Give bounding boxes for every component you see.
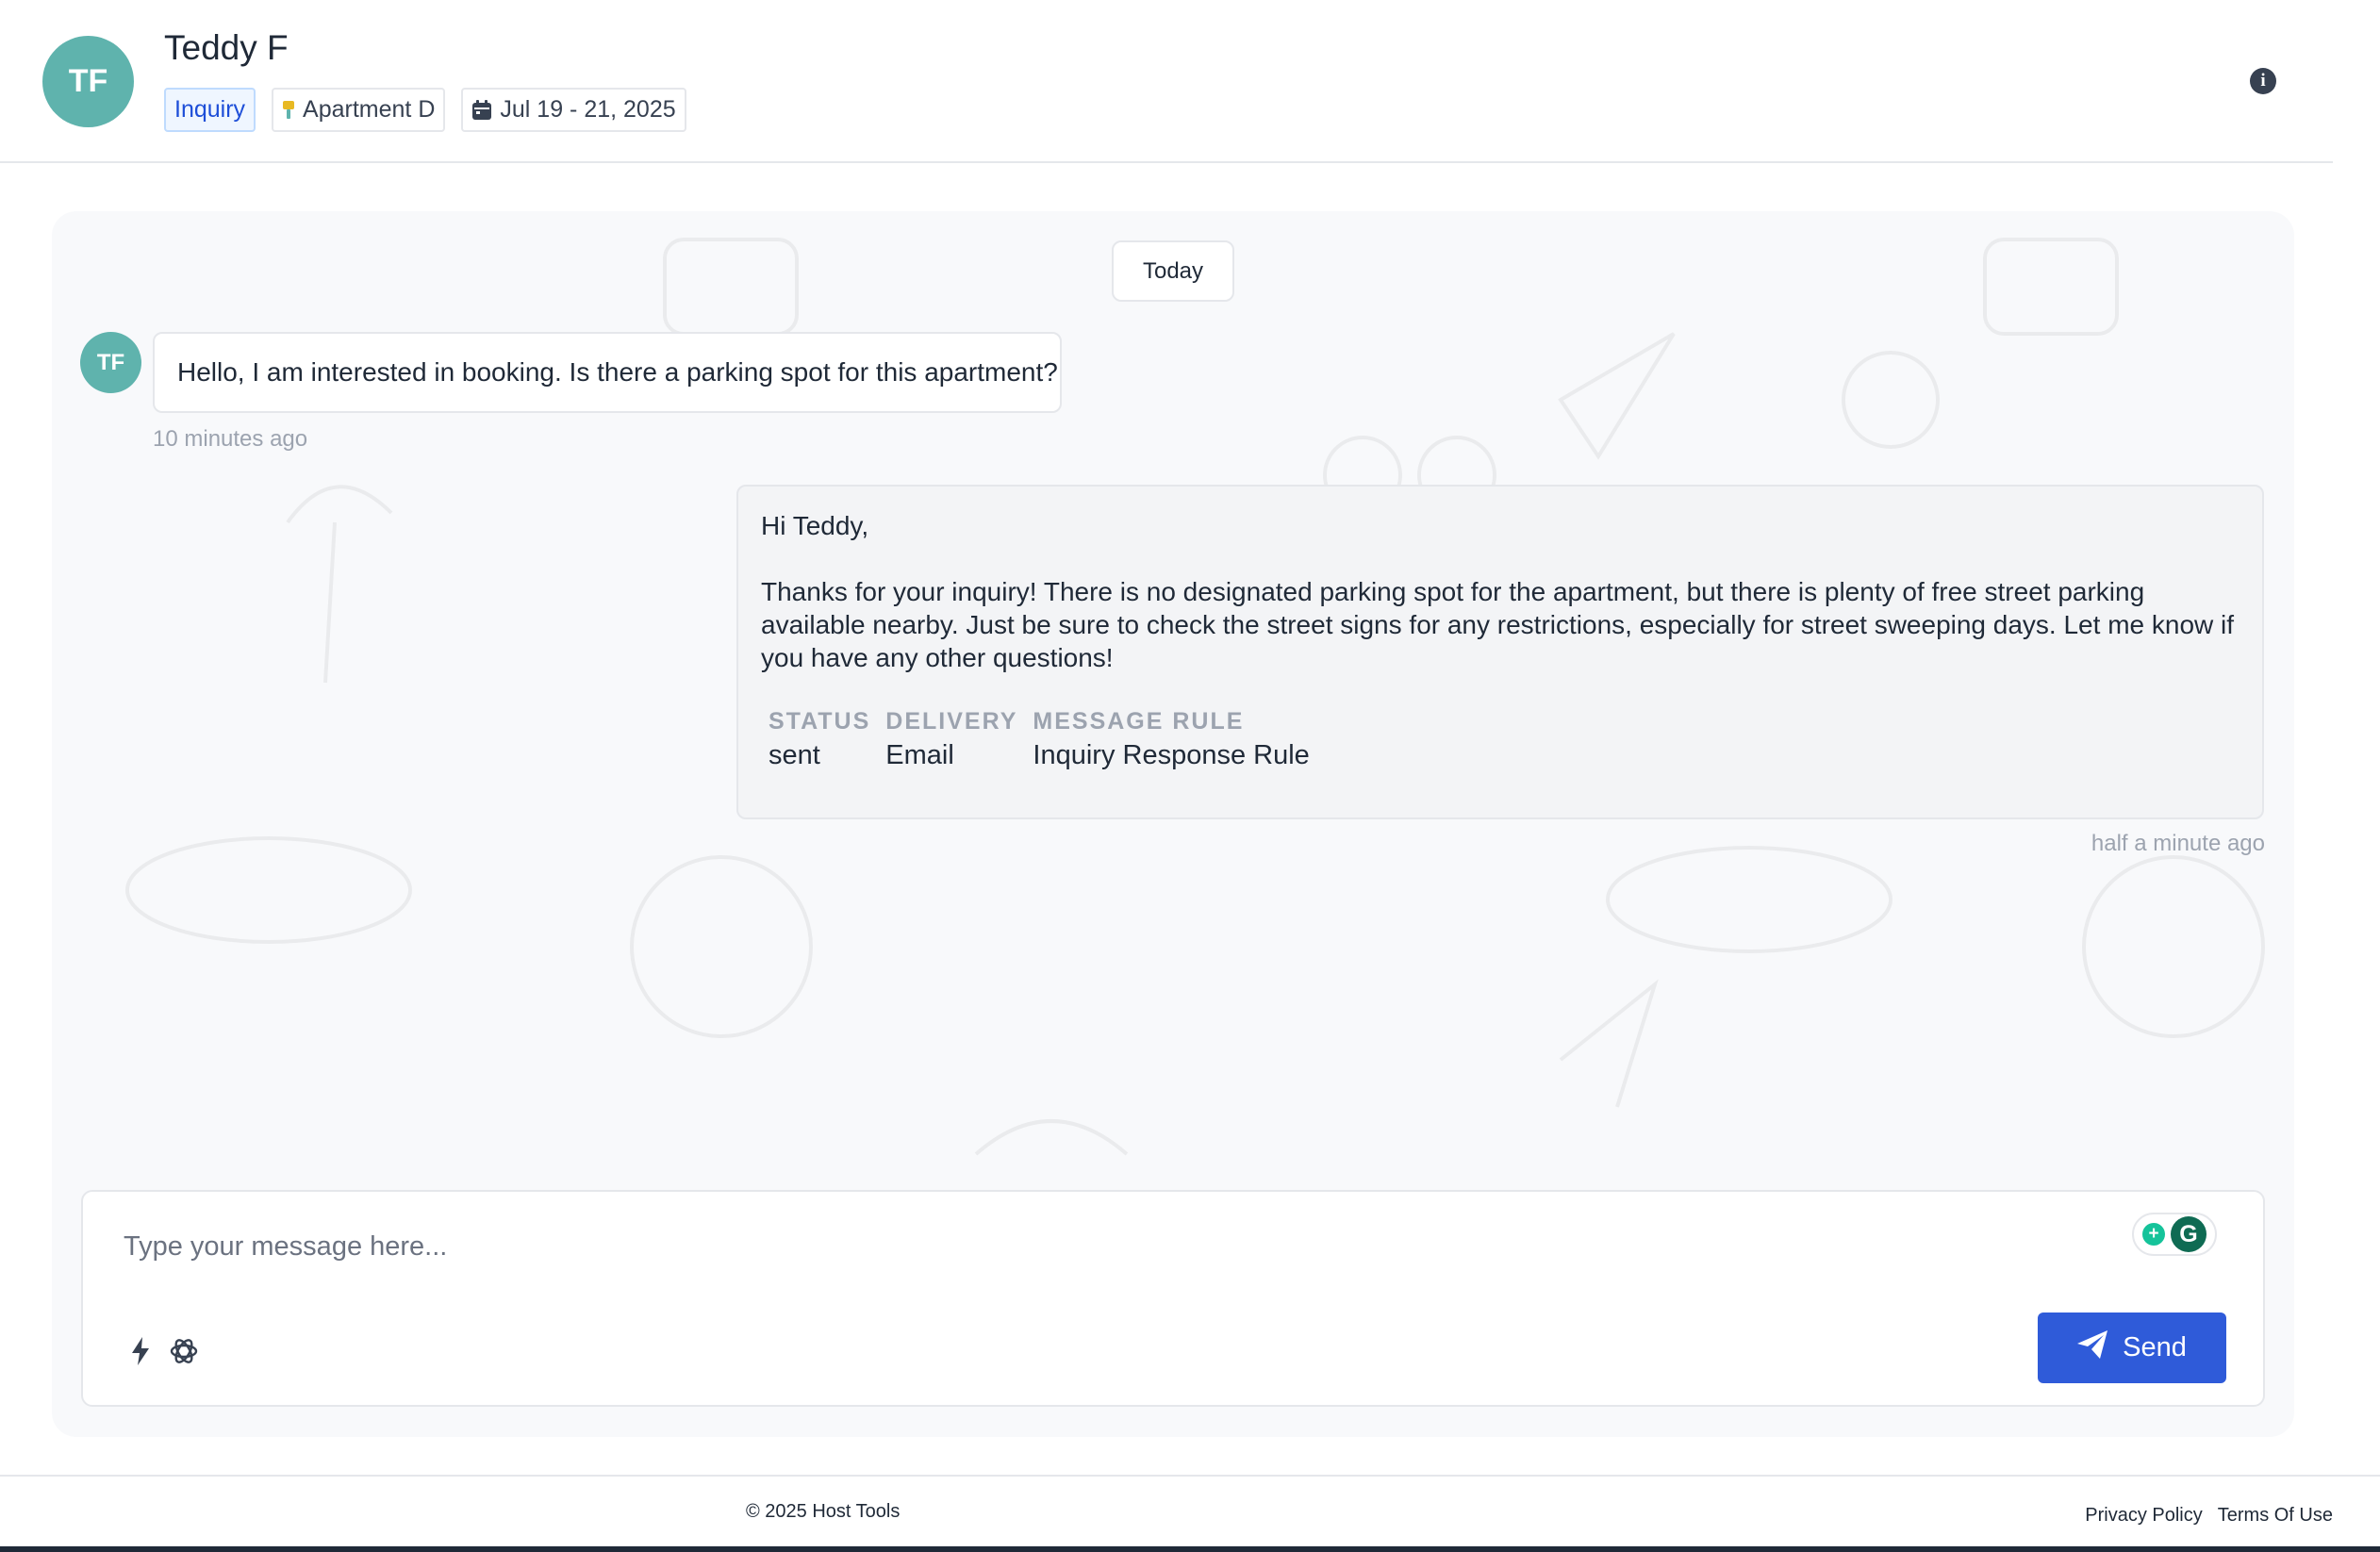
listing-tag[interactable]: Apartment D xyxy=(272,88,446,132)
meta-status-label: STATUS xyxy=(769,708,871,735)
send-button[interactable]: Send xyxy=(2038,1313,2226,1383)
listing-tag-icon xyxy=(282,100,295,121)
guest-avatar: TF xyxy=(42,36,134,127)
grammarly-suggestion-icon[interactable]: + xyxy=(2142,1223,2165,1246)
page-footer: © 2025 Host Tools Privacy Policy Terms O… xyxy=(0,1475,2380,1546)
dates-tag[interactable]: Jul 19 - 21, 2025 xyxy=(461,88,686,132)
host-message-bubble: Hi Teddy, Thanks for your inquiry! There… xyxy=(736,485,2264,819)
meta-rule: MESSAGE RULE Inquiry Response Rule xyxy=(1033,706,1309,774)
message-composer: + G Send xyxy=(81,1190,2265,1407)
date-divider: Today xyxy=(1112,240,1234,302)
grammarly-widget[interactable]: + G xyxy=(2132,1213,2217,1256)
chat-panel: Today TF Hello, I am interested in booki… xyxy=(52,211,2294,1437)
lightning-icon[interactable] xyxy=(124,1335,157,1367)
copyright-text: © 2025 Host Tools xyxy=(746,1501,901,1522)
privacy-policy-link[interactable]: Privacy Policy xyxy=(2085,1505,2202,1527)
conversation-header: TF Teddy F Inquiry Apartment D Jul 19 - … xyxy=(0,0,2333,163)
grammarly-icon[interactable]: G xyxy=(2171,1216,2206,1252)
guest-message-bubble: Hello, I am interested in booking. Is th… xyxy=(153,332,1062,413)
calendar-icon xyxy=(471,99,492,121)
meta-status: STATUS sent xyxy=(769,706,870,774)
host-message-time: half a minute ago xyxy=(2091,831,2265,856)
listing-tag-label: Apartment D xyxy=(303,96,436,123)
meta-delivery-label: DELIVERY xyxy=(885,708,1018,735)
message-input[interactable] xyxy=(124,1226,2009,1267)
dates-tag-label: Jul 19 - 21, 2025 xyxy=(500,96,676,123)
host-message-greeting: Hi Teddy, xyxy=(761,511,869,540)
reservation-tags: Inquiry Apartment D Jul 19 - 21, 2025 xyxy=(164,88,686,132)
guest-name: Teddy F xyxy=(164,28,289,67)
host-message-body: Thanks for your inquiry! There is no des… xyxy=(761,577,2235,672)
send-button-label: Send xyxy=(2123,1332,2187,1362)
status-badge-label: Inquiry xyxy=(174,96,246,123)
send-icon xyxy=(2077,1329,2108,1366)
openai-icon[interactable] xyxy=(168,1335,200,1367)
info-icon[interactable]: i xyxy=(2250,68,2276,94)
meta-delivery-value: Email xyxy=(885,740,954,770)
footer-links: Privacy Policy Terms Of Use xyxy=(2085,1505,2333,1527)
guest-message-text: Hello, I am interested in booking. Is th… xyxy=(177,357,1058,387)
terms-of-use-link[interactable]: Terms Of Use xyxy=(2218,1505,2333,1527)
meta-rule-label: MESSAGE RULE xyxy=(1033,708,1245,735)
meta-delivery: DELIVERY Email xyxy=(885,706,1017,774)
meta-status-value: sent xyxy=(769,740,820,770)
guest-message-time: 10 minutes ago xyxy=(153,426,308,452)
meta-rule-value[interactable]: Inquiry Response Rule xyxy=(1033,736,1309,774)
message-meta: STATUS sent DELIVERY Email MESSAGE RULE … xyxy=(761,706,2240,774)
guest-message-avatar: TF xyxy=(80,332,141,393)
window-status-bar xyxy=(0,1546,2380,1552)
status-badge: Inquiry xyxy=(164,88,256,132)
